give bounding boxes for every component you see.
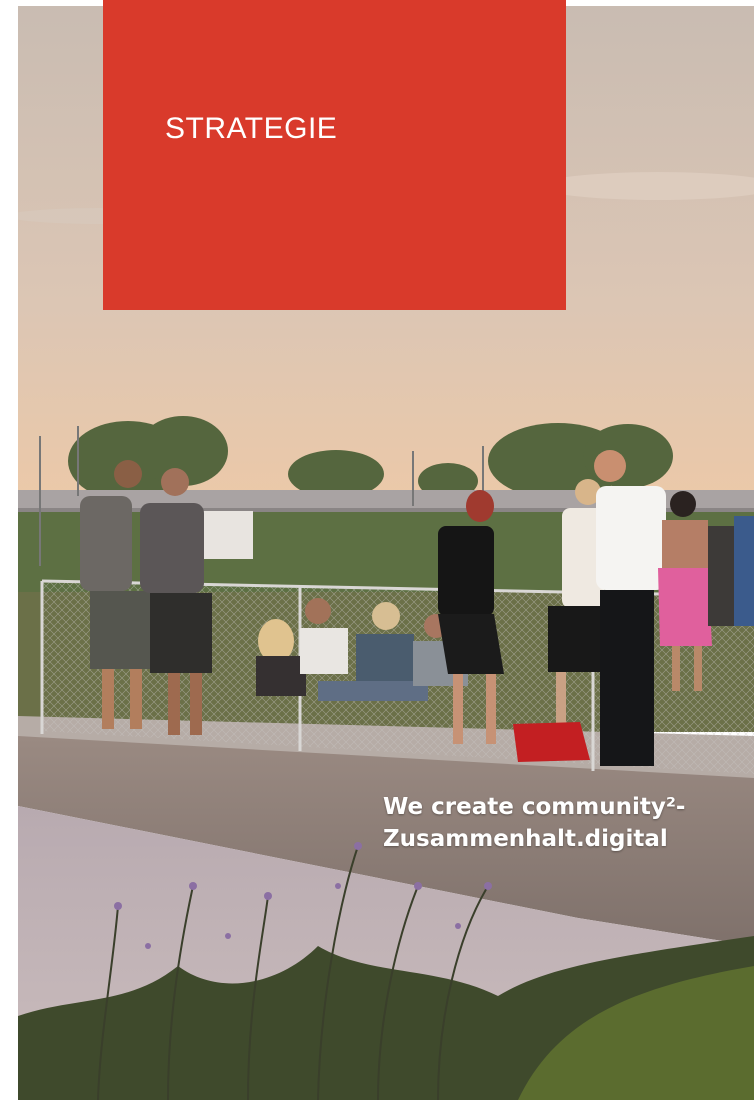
red-bag (513, 722, 590, 762)
claim-text: We create community²- Zusammenhalt.digit… (383, 791, 685, 855)
claim-line-2: Zusammenhalt.digital (383, 826, 668, 852)
section-title: STRATEGIE (165, 112, 338, 145)
section-header-panel: STRATEGIE (103, 0, 566, 310)
building (198, 511, 253, 559)
claim-line-1: We create community²- (383, 794, 686, 820)
